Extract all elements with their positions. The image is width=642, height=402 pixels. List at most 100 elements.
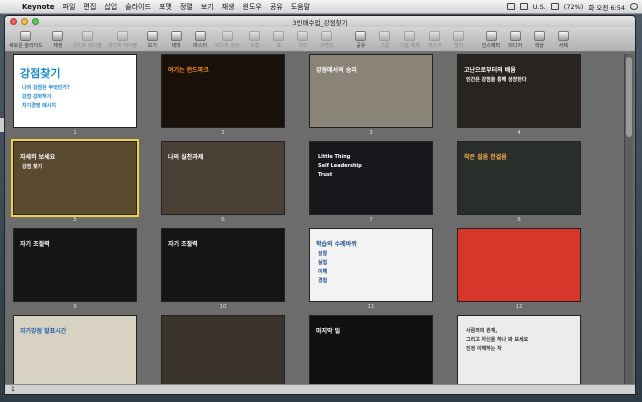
slide-title: 학습의 수레바퀴	[316, 241, 357, 248]
toolbar-button[interactable]: 새로운 슬라이드	[9, 31, 43, 49]
toolbar-button[interactable]: 도형	[246, 31, 264, 49]
slide-thumbnail[interactable]: 사람과의 관계, 그리고 자신을 하나 봐 보세요 진정 이해하는 자	[457, 315, 581, 389]
slide-title: 고난으로부터의 배움	[464, 67, 516, 74]
toolbar-button-label: 도형	[250, 43, 260, 49]
slide-thumbnail[interactable]: 마지막 일	[309, 315, 433, 389]
toolbar-button-label: 서체	[558, 43, 568, 49]
toolbar-button-label: 마스터	[193, 43, 208, 49]
menu-help[interactable]: 도움말	[287, 2, 314, 12]
menu-play[interactable]: 재생	[218, 2, 239, 12]
slide-number: 1	[73, 130, 77, 136]
toolbar-button[interactable]: 마스크	[426, 31, 444, 49]
toolbar-button-label: 라이트 테이블	[72, 43, 102, 49]
toolbar-button[interactable]: 텍스트 상자	[215, 31, 240, 49]
slide-title: 자세히 보세요	[20, 154, 56, 161]
slide-title: 자기 조절력	[168, 241, 198, 248]
toolbar-button[interactable]: 차트	[294, 31, 312, 49]
slide-number: 6	[221, 217, 225, 223]
textbox-icon	[222, 31, 233, 41]
colors-icon	[533, 31, 545, 41]
inspector-icon	[485, 31, 497, 41]
toolbar-button[interactable]: 표	[270, 31, 288, 49]
toolbar-button[interactable]: 마스터	[191, 31, 209, 49]
toolbar-button-label: 라이트 테이블	[108, 43, 138, 49]
menu-window[interactable]: 윈도우	[239, 2, 266, 12]
input-source[interactable]: U.S.	[533, 3, 546, 11]
menu-format[interactable]: 포맷	[155, 2, 176, 12]
menu-share[interactable]: 공유	[266, 2, 287, 12]
slide-thumbnail[interactable]	[161, 315, 285, 389]
slide-thumbnail[interactable]: 강점에서의 승리	[309, 54, 433, 128]
toolbar-button-label: 차트	[298, 43, 308, 49]
slide-text-line: Little Thing	[318, 154, 351, 160]
slide-text-line: 실험	[318, 260, 328, 266]
toolbar-button[interactable]: 미디어	[506, 31, 524, 49]
toolbar-button-label: 인스펙터	[481, 43, 501, 49]
media-icon	[509, 31, 521, 41]
slide-number: 5	[73, 217, 77, 223]
app-menu[interactable]: Keynote	[18, 3, 59, 11]
toolbar-button-label: 색상	[534, 43, 544, 49]
slide-title: 작은 걸음 한걸음	[464, 154, 507, 161]
slide-thumbnail[interactable]: 학습의 수레바퀴 성찰 실험 이해 경험	[309, 228, 433, 302]
slide-number: 12	[515, 304, 523, 310]
slide-number: 4	[517, 130, 521, 136]
battery-icon[interactable]	[550, 3, 559, 10]
toolbar-button-label: 마스크	[427, 43, 442, 49]
slide-thumbnail[interactable]: 강점찾기 나의 강점은 무엇인가? 강점 강화하기 자기경영 메시지	[13, 54, 137, 128]
clock[interactable]: 화 오전 6:54	[588, 2, 625, 12]
menu-arrange[interactable]: 정렬	[176, 2, 197, 12]
slide-title: 여기는 런드파크	[168, 67, 209, 74]
status-bar: 1	[5, 384, 635, 394]
spotlight-icon[interactable]	[630, 3, 638, 10]
slide-thumbnail[interactable]: 여기는 런드파크	[161, 54, 285, 128]
slide-title: 마지막 일	[316, 328, 341, 335]
toolbar-button[interactable]: 라이트 테이블	[108, 31, 137, 49]
toolbar-button[interactable]: 인스펙터	[482, 31, 500, 49]
toolbar-button[interactable]: 보기	[143, 31, 161, 49]
new-slide-icon	[20, 31, 32, 41]
toolbar-button[interactable]: 색상	[530, 31, 548, 49]
slide-title: 자기 조절력	[20, 241, 50, 248]
fonts-icon	[557, 31, 569, 41]
slide-thumbnail[interactable]: 고난으로부터의 배움 인간은 강점을 통해 성장한다	[457, 54, 581, 128]
slide-thumbnail[interactable]: 자기 조절력	[13, 228, 137, 302]
slide-title: 강점찾기	[20, 67, 61, 80]
toolbar-button-label: 보기	[147, 43, 157, 49]
menu-file[interactable]: 파일	[59, 2, 80, 12]
slide-thumbnail[interactable]: Little Thing Self Leadership Trust	[309, 141, 433, 215]
volume-icon[interactable]	[519, 3, 528, 10]
toolbar-button[interactable]: 코멘트	[318, 31, 336, 49]
slide-thumbnail[interactable]	[457, 228, 581, 302]
menu-insert[interactable]: 삽입	[100, 2, 121, 12]
toolbar-button[interactable]: 서체	[554, 31, 572, 49]
menu-edit[interactable]: 편집	[79, 2, 100, 12]
slide-number: 10	[219, 304, 227, 310]
toolbar-button[interactable]: 공유	[352, 31, 370, 49]
menu-view[interactable]: 보기	[197, 2, 218, 12]
slide-thumbnail[interactable]: 작은 걸음 한걸음	[457, 141, 581, 215]
slide-thumbnail[interactable]: 자세히 보세요 강점 찾기	[11, 139, 139, 217]
toolbar-button[interactable]: 테마	[167, 31, 185, 49]
slide-thumbnail[interactable]: 나의 실천과제	[161, 141, 285, 215]
ungroup-icon	[404, 31, 416, 41]
slide-text-line: 사람과의 관계,	[466, 328, 498, 334]
menu-slide[interactable]: 슬라이드	[121, 2, 155, 12]
toolbar-button[interactable]: 그룹	[376, 31, 394, 49]
toolbar-button[interactable]: 알파	[450, 31, 468, 49]
slide-count-label: 1	[11, 386, 15, 393]
toolbar-button[interactable]: 재생	[49, 31, 67, 49]
slide-title: 나의 실천과제	[168, 154, 204, 161]
slide-thumbnail[interactable]: 자기강점 발표시간	[13, 315, 137, 389]
slide-thumbnail[interactable]: 자기 조절력	[161, 228, 285, 302]
scrollbar-thumb[interactable]	[626, 57, 632, 137]
view-icon	[146, 31, 158, 41]
vertical-scrollbar[interactable]	[624, 54, 633, 384]
toolbar-button[interactable]: 라이트 테이블	[73, 31, 102, 49]
slide-text-line: 그리고 자신을 하나 봐 보세요	[466, 337, 529, 343]
wifi-icon[interactable]	[506, 3, 515, 10]
lighttable2-icon	[117, 31, 129, 41]
toolbar-button-label: 공유	[356, 43, 366, 49]
toolbar-button[interactable]: 그룹 해제	[400, 31, 420, 49]
toolbar-button-label: 그룹	[380, 43, 390, 49]
